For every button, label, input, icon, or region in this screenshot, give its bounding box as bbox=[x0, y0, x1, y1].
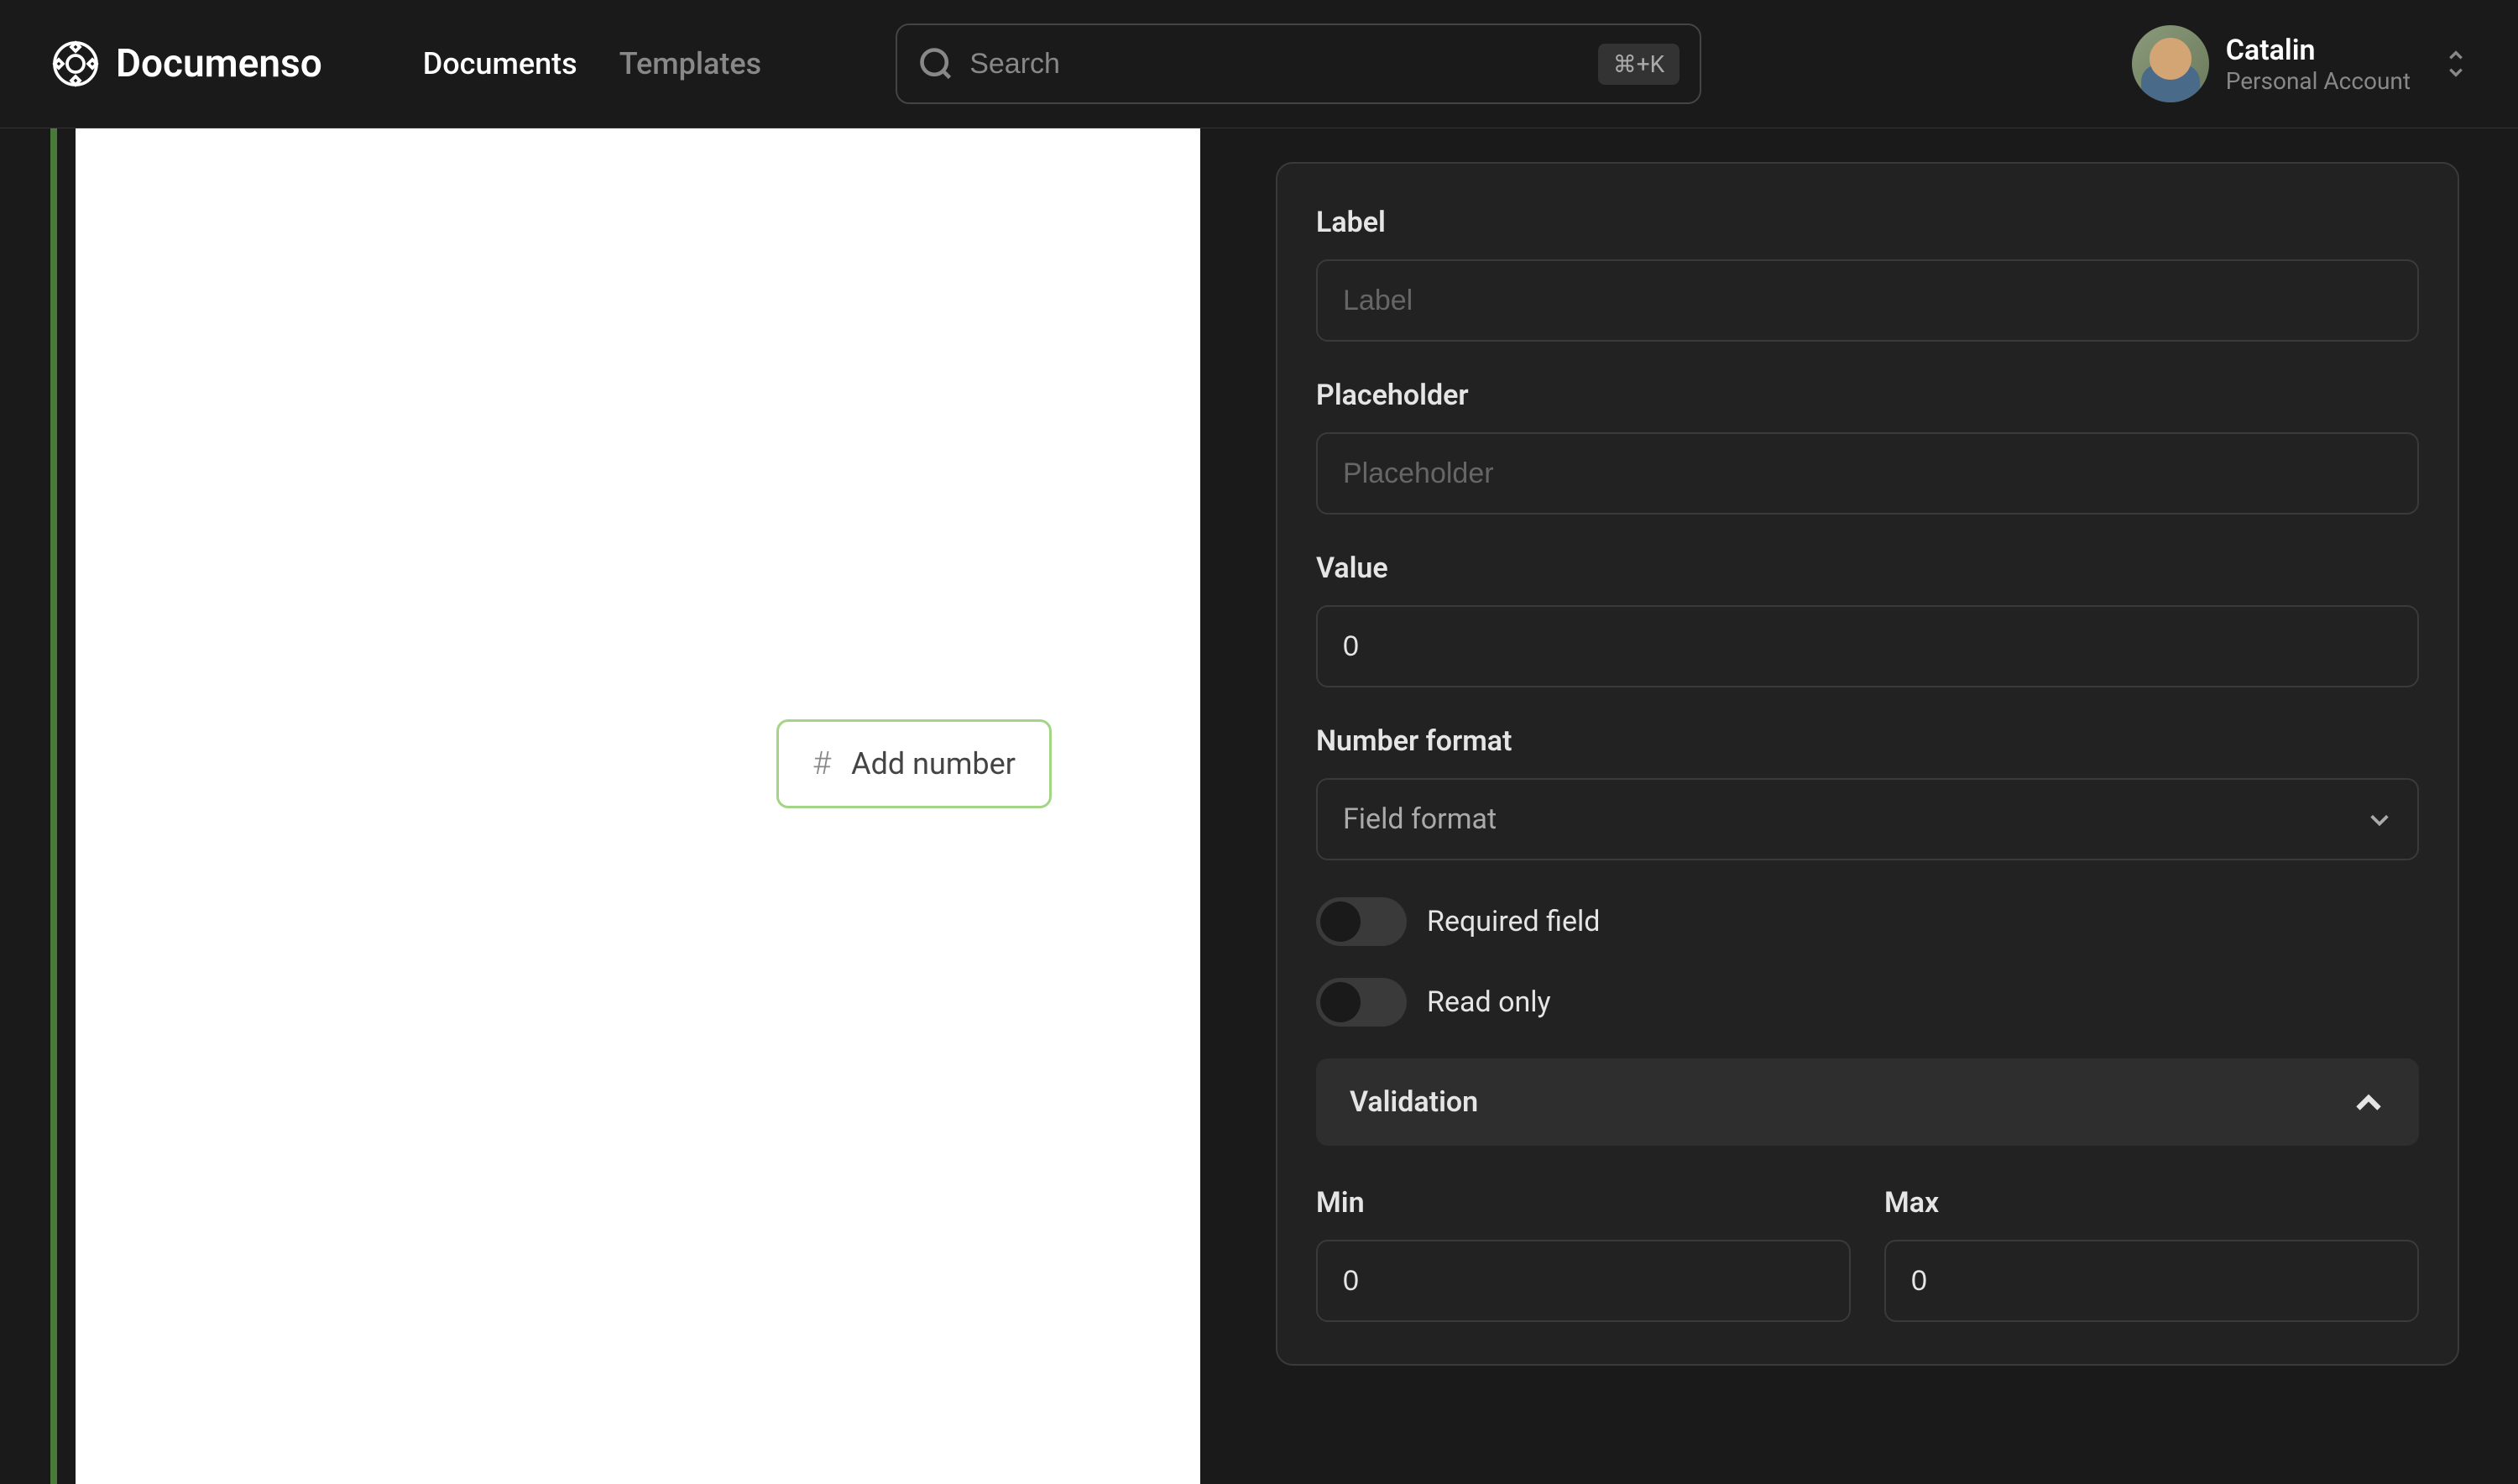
max-input[interactable] bbox=[1884, 1240, 2419, 1322]
required-field-label: Required field bbox=[1427, 905, 1600, 938]
user-info: Catalin Personal Account bbox=[2226, 34, 2411, 95]
max-label: Max bbox=[1884, 1186, 2419, 1220]
placeholder-input[interactable] bbox=[1316, 432, 2419, 515]
label-group: Label bbox=[1316, 206, 2419, 342]
header: Documenso Documents Templates ⌘+K Catali… bbox=[0, 0, 2518, 128]
min-input[interactable] bbox=[1316, 1240, 1851, 1322]
value-input[interactable] bbox=[1316, 605, 2419, 687]
search-box[interactable]: ⌘+K bbox=[896, 24, 1701, 104]
chevron-up-icon bbox=[2352, 1085, 2385, 1119]
field-properties-panel: Label Placeholder Value Number format Fi… bbox=[1276, 162, 2459, 1366]
chevron-updown-icon bbox=[2444, 47, 2468, 81]
document-area: # Add number bbox=[0, 128, 1217, 1484]
avatar bbox=[2132, 25, 2209, 102]
required-field-toggle[interactable] bbox=[1316, 897, 1407, 946]
nav-documents[interactable]: Documents bbox=[423, 46, 577, 81]
main-content: # Add number Label Placeholder Value bbox=[0, 128, 2518, 1484]
placeholder-group: Placeholder bbox=[1316, 379, 2419, 515]
search-shortcut: ⌘+K bbox=[1598, 44, 1680, 85]
required-field-row: Required field bbox=[1316, 897, 2419, 946]
read-only-row: Read only bbox=[1316, 978, 2419, 1027]
number-format-group: Number format Field format bbox=[1316, 724, 2419, 860]
number-field-chip[interactable]: # Add number bbox=[776, 719, 1052, 808]
number-format-select[interactable]: Field format bbox=[1316, 778, 2419, 860]
nav-links: Documents Templates bbox=[423, 46, 761, 81]
placeholder-label: Placeholder bbox=[1316, 379, 2419, 412]
user-menu[interactable]: Catalin Personal Account bbox=[2132, 25, 2468, 102]
number-format-selected: Field format bbox=[1343, 802, 1497, 836]
nav-templates[interactable]: Templates bbox=[619, 46, 762, 81]
search-input[interactable] bbox=[969, 48, 1598, 81]
logo-text: Documenso bbox=[116, 41, 322, 86]
chevron-down-icon bbox=[2367, 807, 2392, 832]
user-account: Personal Account bbox=[2226, 67, 2411, 95]
validation-grid: Min Max bbox=[1316, 1186, 2419, 1322]
validation-header[interactable]: Validation bbox=[1316, 1058, 2419, 1146]
read-only-label: Read only bbox=[1427, 985, 1551, 1019]
document-indicator bbox=[50, 128, 57, 1484]
min-group: Min bbox=[1316, 1186, 1851, 1322]
number-format-label: Number format bbox=[1316, 724, 2419, 758]
label-label: Label bbox=[1316, 206, 2419, 239]
label-input[interactable] bbox=[1316, 259, 2419, 342]
logo[interactable]: Documenso bbox=[50, 39, 322, 89]
read-only-toggle[interactable] bbox=[1316, 978, 1407, 1027]
value-label: Value bbox=[1316, 551, 2419, 585]
max-group: Max bbox=[1884, 1186, 2419, 1322]
document-page[interactable]: # Add number bbox=[76, 128, 1200, 1484]
logo-icon bbox=[50, 39, 101, 89]
field-chip-label: Add number bbox=[851, 746, 1016, 781]
search-icon bbox=[917, 45, 954, 82]
user-name: Catalin bbox=[2226, 34, 2411, 67]
hash-icon: # bbox=[812, 745, 831, 782]
value-group: Value bbox=[1316, 551, 2419, 687]
properties-sidebar: Label Placeholder Value Number format Fi… bbox=[1217, 128, 2518, 1484]
validation-title: Validation bbox=[1350, 1085, 1478, 1119]
min-label: Min bbox=[1316, 1186, 1851, 1220]
